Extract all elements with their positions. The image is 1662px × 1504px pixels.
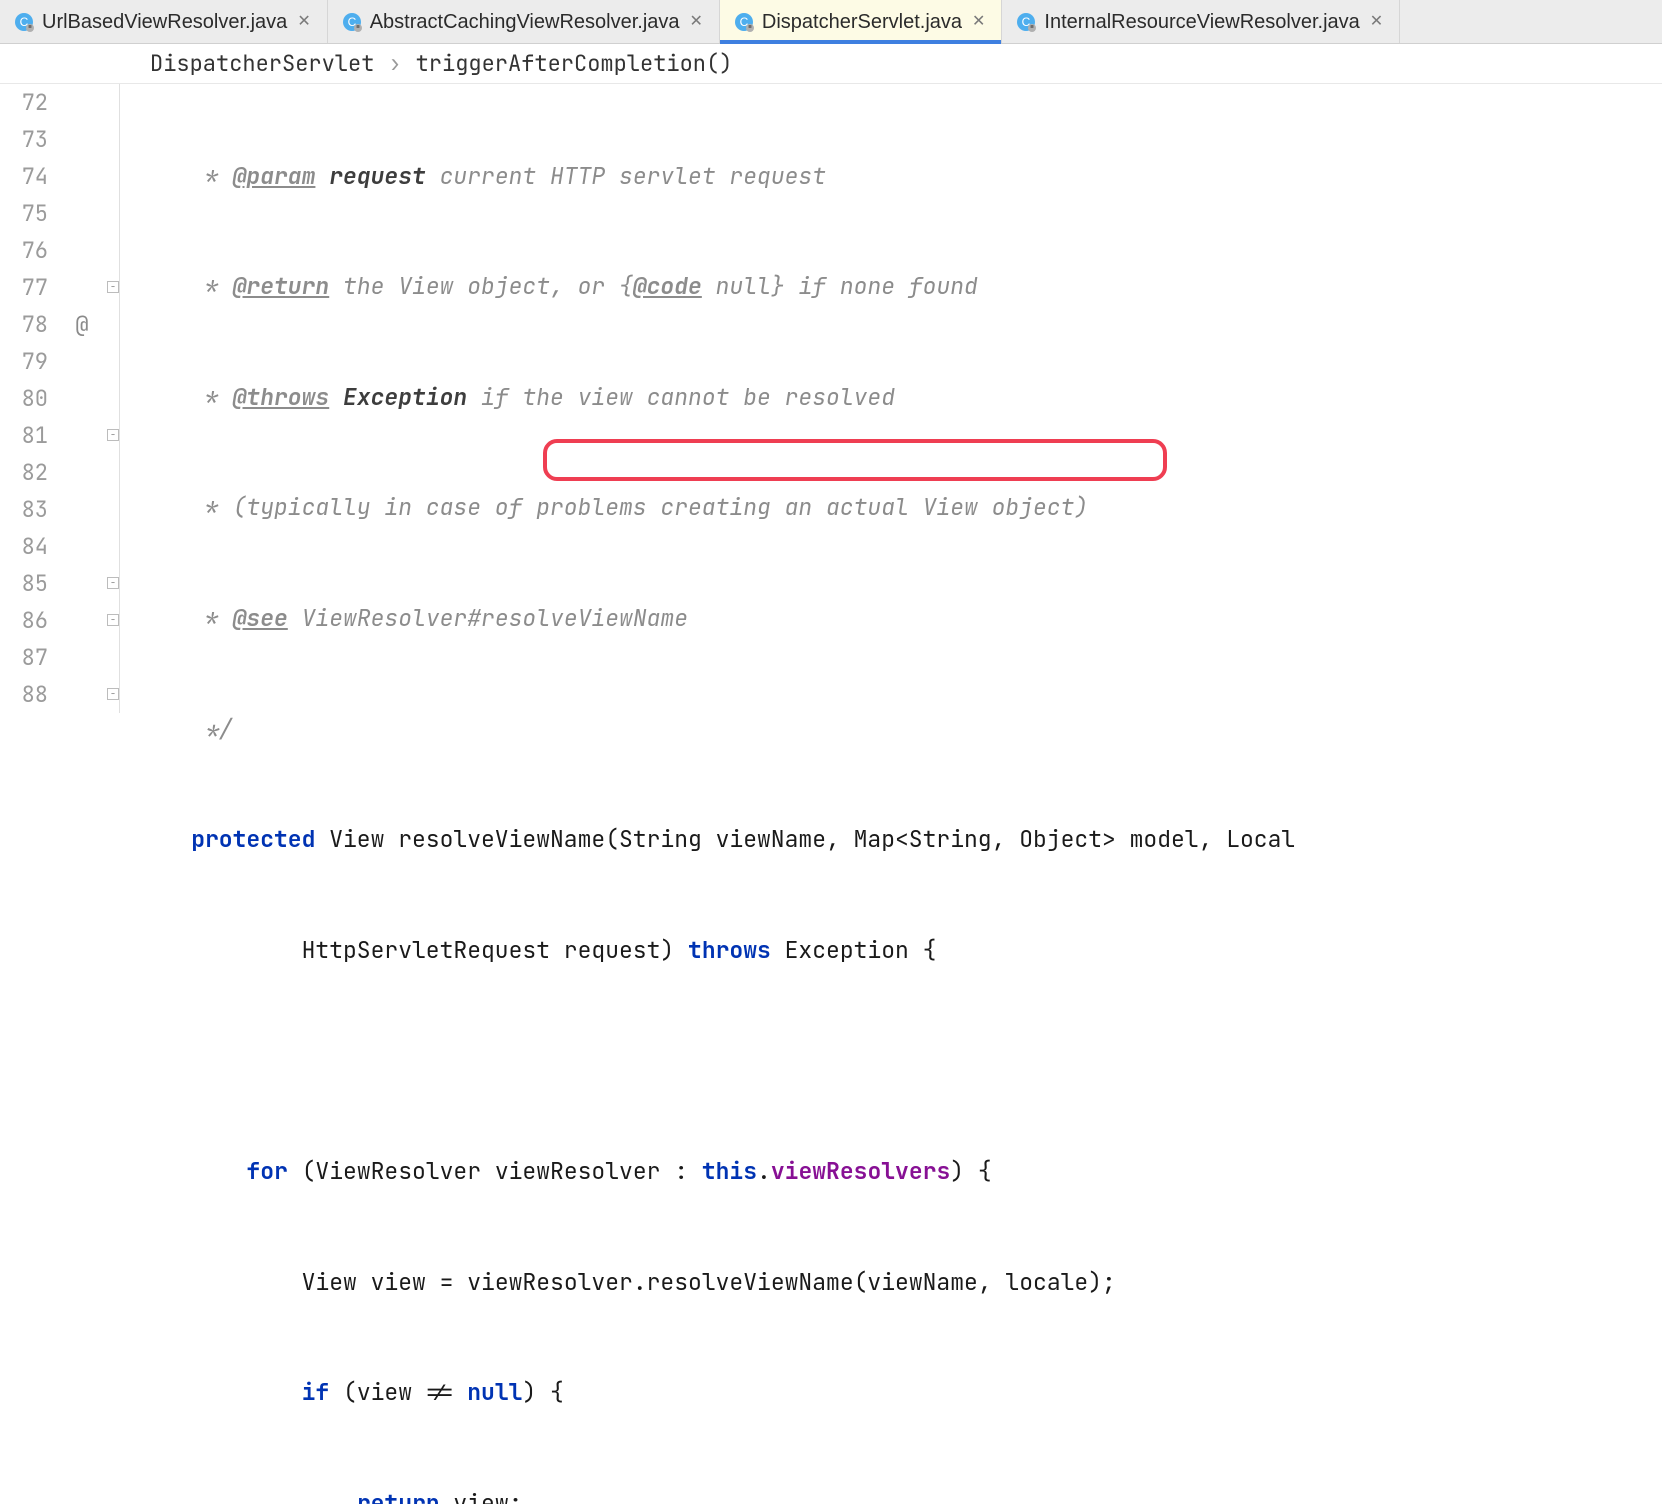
tab-dispatcherservlet[interactable]: C DispatcherServlet.java ✕ bbox=[720, 0, 1003, 43]
gutter-annotation bbox=[58, 565, 106, 602]
code-line: * @see ViewResolver#resolveViewName bbox=[136, 600, 1295, 637]
gutter-annotation bbox=[58, 84, 106, 121]
gutter-annotation: @ bbox=[58, 306, 106, 343]
java-class-icon: C bbox=[342, 12, 362, 32]
line-number: 86 bbox=[0, 602, 48, 639]
line-number: 80 bbox=[0, 380, 48, 417]
fold-toggle-icon[interactable]: − bbox=[107, 688, 119, 700]
line-number: 73 bbox=[0, 121, 48, 158]
line-number: 88 bbox=[0, 676, 48, 713]
gutter-annotation bbox=[58, 417, 106, 454]
line-number: 74 bbox=[0, 158, 48, 195]
close-icon[interactable]: ✕ bbox=[688, 9, 705, 35]
line-number: 85 bbox=[0, 565, 48, 602]
java-class-icon: C bbox=[14, 12, 34, 32]
gutter-annotation bbox=[58, 232, 106, 269]
tab-label: AbstractCachingViewResolver.java bbox=[370, 6, 680, 38]
code-line: for (ViewResolver viewResolver : this.vi… bbox=[136, 1153, 1295, 1190]
breadcrumb: DispatcherServlet › triggerAfterCompleti… bbox=[0, 44, 1662, 84]
gutter-annotation bbox=[58, 269, 106, 306]
chevron-right-icon: › bbox=[388, 46, 401, 81]
gutter-annotation bbox=[58, 528, 106, 565]
gutter-annotation bbox=[58, 380, 106, 417]
line-number: 75 bbox=[0, 195, 48, 232]
gutter-annotation bbox=[58, 121, 106, 158]
code-area[interactable]: * @param request current HTTP servlet re… bbox=[120, 84, 1295, 752]
line-number: 79 bbox=[0, 343, 48, 380]
line-number: 83 bbox=[0, 491, 48, 528]
line-number: 84 bbox=[0, 528, 48, 565]
gutter-annotation bbox=[58, 491, 106, 528]
code-line: HttpServletRequest request) throws Excep… bbox=[136, 932, 1295, 969]
gutter-annotation bbox=[58, 343, 106, 380]
code-line: if (view != null) { bbox=[136, 1374, 1295, 1411]
fold-toggle-icon[interactable]: − bbox=[107, 281, 119, 293]
code-line: protected View resolveViewName(String vi… bbox=[136, 821, 1295, 858]
annotation-gutter: @ bbox=[58, 84, 106, 752]
close-icon[interactable]: ✕ bbox=[970, 9, 987, 35]
line-number: 72 bbox=[0, 84, 48, 121]
gutter-annotation bbox=[58, 602, 106, 639]
tab-internalresourceviewresolver[interactable]: C InternalResourceViewResolver.java ✕ bbox=[1002, 0, 1400, 43]
line-number-gutter: 7273747576777879808182838485868788 bbox=[0, 84, 58, 752]
fold-toggle-icon[interactable]: − bbox=[107, 577, 119, 589]
fold-toggle-icon[interactable]: − bbox=[107, 614, 119, 626]
line-number: 87 bbox=[0, 639, 48, 676]
gutter-annotation bbox=[58, 454, 106, 491]
java-class-icon: C bbox=[1016, 12, 1036, 32]
java-class-icon: C bbox=[734, 12, 754, 32]
close-icon[interactable]: ✕ bbox=[1368, 9, 1385, 35]
close-icon[interactable]: ✕ bbox=[295, 9, 312, 35]
gutter-annotation bbox=[58, 639, 106, 676]
fold-toggle-icon[interactable]: − bbox=[107, 429, 119, 441]
tab-label: UrlBasedViewResolver.java bbox=[42, 6, 287, 38]
breadcrumb-method[interactable]: triggerAfterCompletion() bbox=[416, 46, 733, 81]
code-line: * @param request current HTTP servlet re… bbox=[136, 158, 1295, 195]
code-line bbox=[136, 1042, 1295, 1079]
line-number: 82 bbox=[0, 454, 48, 491]
code-line: return view; bbox=[136, 1485, 1295, 1504]
breadcrumb-class[interactable]: DispatcherServlet bbox=[150, 46, 374, 81]
tab-urlbasedviewresolver[interactable]: C UrlBasedViewResolver.java ✕ bbox=[0, 0, 328, 43]
tab-abstractcachingviewresolver[interactable]: C AbstractCachingViewResolver.java ✕ bbox=[328, 0, 720, 43]
code-editor[interactable]: 7273747576777879808182838485868788 @ −−−… bbox=[0, 84, 1662, 752]
tab-label: DispatcherServlet.java bbox=[762, 6, 962, 38]
code-line: * (typically in case of problems creatin… bbox=[136, 489, 1295, 526]
fold-gutter: − − − − − bbox=[106, 84, 120, 713]
line-number: 77 bbox=[0, 269, 48, 306]
code-line: */ bbox=[136, 711, 1295, 748]
line-number: 81 bbox=[0, 417, 48, 454]
code-line: * @return the View object, or {@code nul… bbox=[136, 268, 1295, 305]
editor-tabs-bar: C UrlBasedViewResolver.java ✕ C Abstract… bbox=[0, 0, 1662, 44]
line-number: 76 bbox=[0, 232, 48, 269]
gutter-annotation bbox=[58, 195, 106, 232]
gutter-annotation bbox=[58, 676, 106, 713]
tab-label: InternalResourceViewResolver.java bbox=[1044, 6, 1359, 38]
highlighted-call: viewResolver.resolveViewName(viewName, l… bbox=[467, 1267, 1116, 1297]
line-number: 78 bbox=[0, 306, 48, 343]
code-line: View view = viewResolver.resolveViewName… bbox=[136, 1264, 1295, 1301]
code-line: * @throws Exception if the view cannot b… bbox=[136, 379, 1295, 416]
gutter-annotation bbox=[58, 158, 106, 195]
